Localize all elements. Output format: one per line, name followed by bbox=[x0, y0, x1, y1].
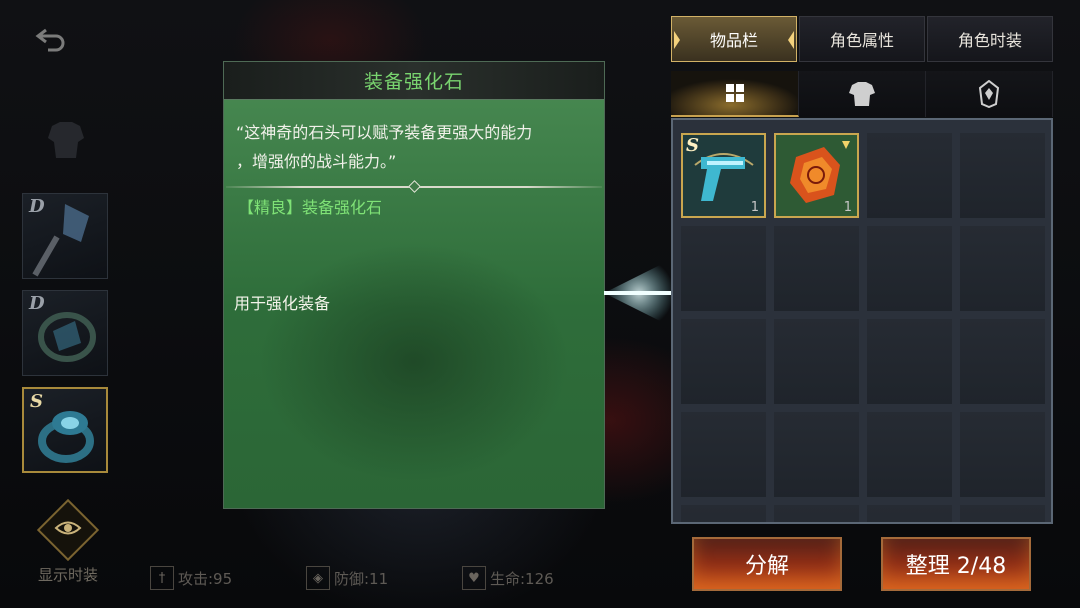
inventory-slot-5[interactable] bbox=[681, 226, 766, 311]
tab-character-attributes[interactable]: 角色属性 bbox=[799, 16, 925, 62]
inventory-slot-20[interactable] bbox=[960, 505, 1045, 522]
decompose-button[interactable]: 分解 bbox=[692, 537, 842, 591]
sort-button[interactable]: 整理 2/48 bbox=[881, 537, 1031, 591]
inventory-slot-10[interactable] bbox=[774, 319, 859, 404]
sort-button-label: 整理 2/48 bbox=[905, 554, 1007, 579]
stat-attack: † 攻击:95 bbox=[150, 565, 232, 591]
tab-inventory-label: 物品栏 bbox=[709, 31, 758, 50]
inventory-slot-9[interactable] bbox=[681, 319, 766, 404]
stat-attack-value: 攻击:95 bbox=[178, 569, 233, 588]
inventory-slot-15[interactable] bbox=[867, 412, 952, 497]
tab-character-attributes-label: 角色属性 bbox=[829, 31, 894, 50]
tab-inventory[interactable]: 物品栏 bbox=[671, 16, 797, 62]
item-quantity: 1 bbox=[750, 200, 759, 215]
tooltip-title: 装备强化石 bbox=[363, 71, 464, 93]
eye-icon bbox=[54, 519, 82, 541]
item-quantity: 1 bbox=[843, 200, 852, 215]
flavor-line-2: ，增强你的战斗能力。” bbox=[236, 152, 397, 171]
stat-health-value: 生命:126 bbox=[490, 569, 554, 588]
item-tooltip: 装备强化石 “这神奇的石头可以赋予装备更强大的能力 ，增强你的战斗能力。” 【精… bbox=[223, 61, 605, 509]
equipment-slot-cloak[interactable]: D bbox=[22, 290, 108, 376]
stone-icon bbox=[978, 80, 1000, 108]
tab-character-costume-label: 角色时装 bbox=[957, 31, 1022, 50]
tab-character-costume[interactable]: 角色时装 bbox=[927, 16, 1053, 62]
inventory-grid: S 1 1 bbox=[671, 118, 1053, 524]
heart-icon: ♥ bbox=[462, 566, 486, 590]
decompose-button-label: 分解 bbox=[744, 554, 789, 579]
equipment-slot-weapon[interactable]: D bbox=[22, 193, 108, 279]
subtab-all-items[interactable] bbox=[671, 71, 799, 117]
grid-icon bbox=[725, 84, 744, 102]
subtab-armor[interactable] bbox=[799, 71, 926, 117]
stat-defense-value: 防御:11 bbox=[334, 569, 389, 588]
back-arrow-icon bbox=[35, 28, 65, 52]
inventory-slot-6[interactable] bbox=[774, 226, 859, 311]
inventory-slot-17[interactable] bbox=[681, 505, 766, 522]
inventory-slot-3[interactable] bbox=[867, 133, 952, 218]
sword-icon: † bbox=[150, 566, 174, 590]
inventory-slot-4[interactable] bbox=[960, 133, 1045, 218]
inventory-slot-16[interactable] bbox=[960, 412, 1045, 497]
back-button[interactable] bbox=[34, 24, 70, 54]
inventory-slot-18[interactable] bbox=[774, 505, 859, 522]
inventory-slot-12[interactable] bbox=[960, 319, 1045, 404]
inventory-slot-1[interactable]: S 1 bbox=[681, 133, 766, 218]
flavor-line-1: “这神奇的石头可以赋予装备更强大的能力 bbox=[236, 123, 533, 142]
grade-label: D bbox=[29, 293, 45, 314]
shield-icon: ◈ bbox=[306, 566, 330, 590]
inventory-slot-8[interactable] bbox=[960, 226, 1045, 311]
stat-health: ♥ 生命:126 bbox=[462, 565, 554, 591]
tooltip-description: 用于强化装备 bbox=[234, 294, 331, 313]
inventory-slot-7[interactable] bbox=[867, 226, 952, 311]
tooltip-flavor-text: “这神奇的石头可以赋予装备更强大的能力 ，增强你的战斗能力。” bbox=[224, 100, 604, 176]
inventory-slot-13[interactable] bbox=[681, 412, 766, 497]
inventory-slot-19[interactable] bbox=[867, 505, 952, 522]
armor-icon bbox=[849, 82, 875, 106]
tooltip-item-name: 【精良】装备强化石 bbox=[238, 198, 383, 217]
stat-defense: ◈ 防御:11 bbox=[306, 565, 388, 591]
diamond-frame bbox=[36, 498, 100, 562]
grade-label: D bbox=[29, 196, 45, 217]
inventory-slot-2[interactable]: 1 bbox=[774, 133, 859, 218]
item-grade-label: S bbox=[686, 135, 699, 156]
inventory-slot-14[interactable] bbox=[774, 412, 859, 497]
inventory-slot-11[interactable] bbox=[867, 319, 952, 404]
armor-silhouette-icon bbox=[44, 120, 88, 160]
tooltip-divider bbox=[226, 180, 602, 193]
show-costume-label: 显示时装 bbox=[37, 566, 98, 584]
grade-label: S bbox=[30, 391, 43, 412]
tooltip-connector-glow bbox=[604, 258, 674, 328]
show-costume-toggle[interactable]: 显示时装 bbox=[26, 498, 110, 585]
equipment-slot-ring[interactable]: S bbox=[22, 387, 108, 473]
subtab-materials[interactable] bbox=[926, 71, 1053, 117]
tooltip-header: 装备强化石 bbox=[224, 62, 604, 100]
